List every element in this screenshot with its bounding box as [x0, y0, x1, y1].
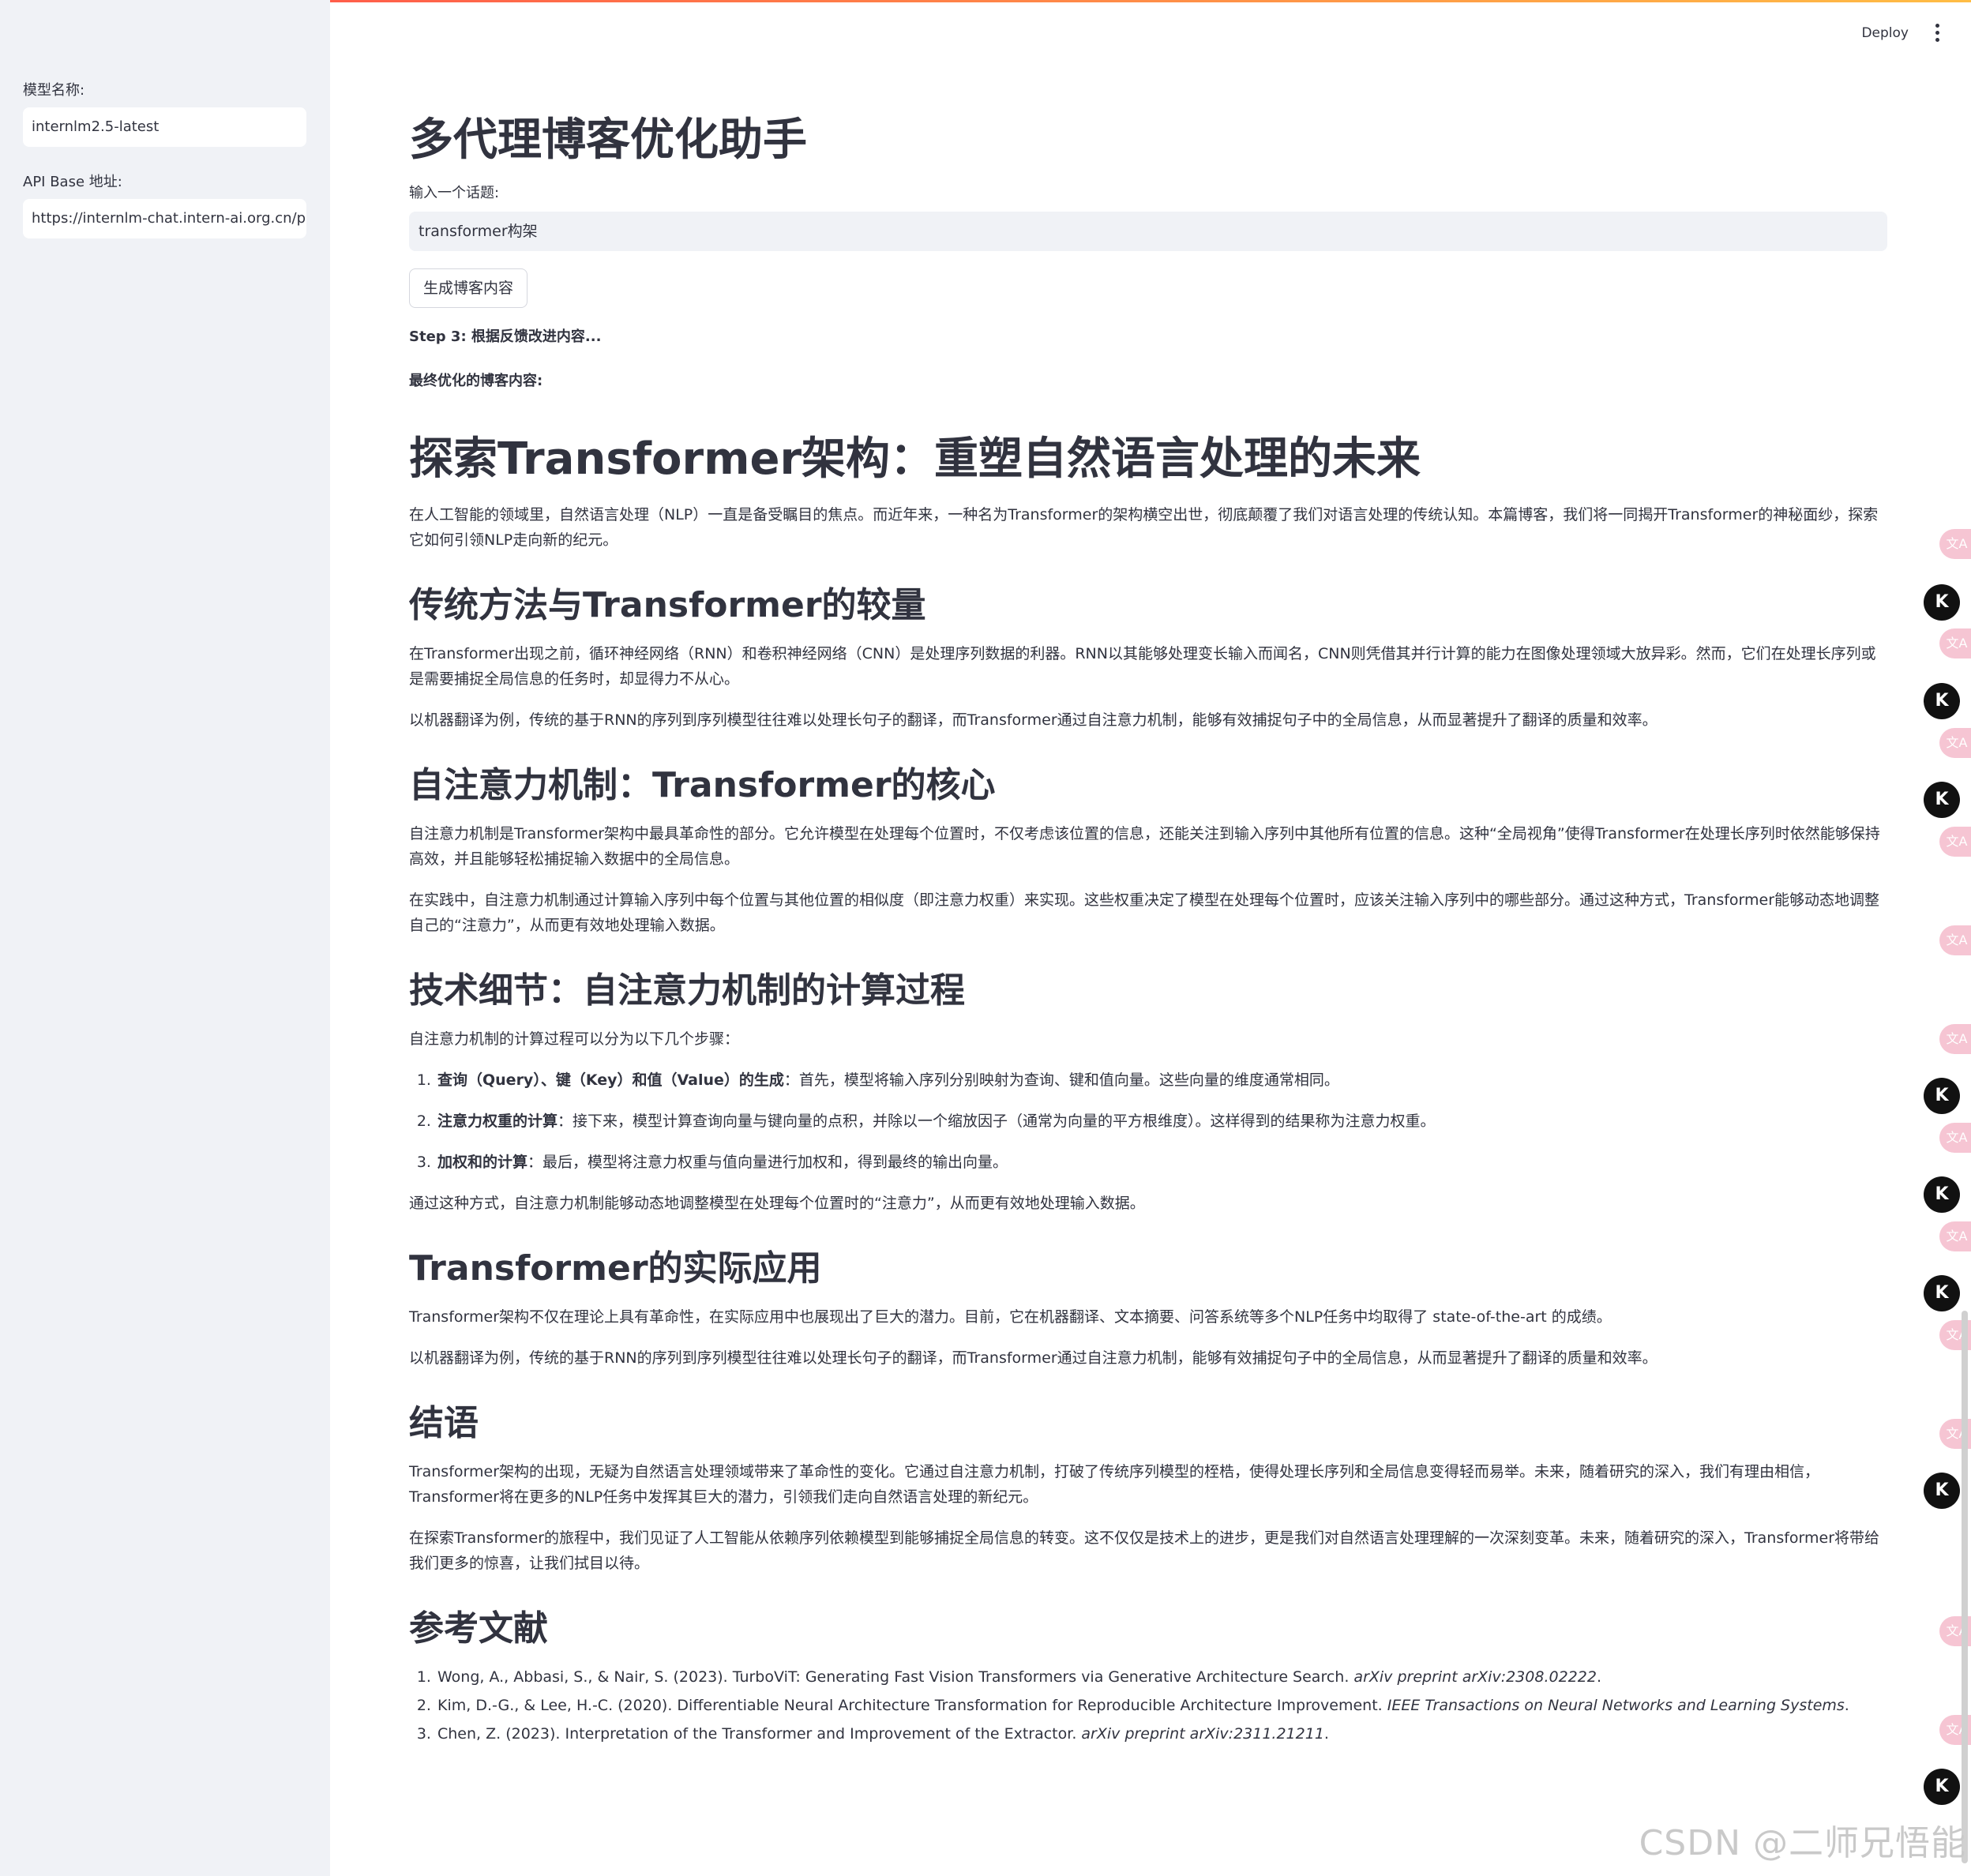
reference-item: Wong, A., Abbasi, S., & Nair, S. (2023).…	[436, 1664, 1887, 1690]
topic-input[interactable]: transformer构架	[409, 212, 1887, 251]
model-name-label: 模型名称:	[23, 82, 85, 99]
section-applications-p2: 以机器翻译为例，传统的基于RNN的序列到序列模型往往难以处理长句子的翻译，而Tr…	[409, 1349, 1658, 1367]
model-name-input[interactable]: internlm2.5-latest	[23, 107, 306, 147]
translate-icon[interactable]: 文A	[1939, 628, 1971, 658]
main-content: 多代理博客优化助手 输入一个话题: transformer构架 生成博客内容 S…	[409, 111, 1887, 1758]
translate-icon[interactable]: 文A	[1939, 1123, 1971, 1153]
reference-text: Wong, A., Abbasi, S., & Nair, S. (2023).…	[437, 1668, 1354, 1686]
kimi-icon[interactable]: K	[1924, 1275, 1960, 1311]
translate-icon[interactable]: 文A	[1939, 529, 1971, 559]
translate-icon[interactable]: 文A	[1939, 1024, 1971, 1054]
section-tech-details-intro: 自注意力机制的计算过程可以分为以下几个步骤：	[409, 1030, 740, 1048]
translate-icon[interactable]: 文A	[1939, 1221, 1971, 1251]
section-tech-details-title: 技术细节：自注意力机制的计算过程	[409, 970, 965, 1011]
translate-icon[interactable]: 文A	[1939, 728, 1971, 758]
list-item: 注意力权重的计算：接下来，模型计算查询向量与键向量的点积，并除以一个缩放因子（通…	[436, 1109, 1887, 1134]
generate-blog-button[interactable]: 生成博客内容	[409, 268, 528, 308]
section-traditional-p2: 以机器翻译为例，传统的基于RNN的序列到序列模型往往难以处理长句子的翻译，而Tr…	[409, 711, 1658, 729]
api-base-input[interactable]: https://internlm-chat.intern-ai.org.cn/p…	[23, 199, 306, 238]
status-text: Step 3: 根据反馈改进内容...	[409, 328, 602, 345]
translate-icon[interactable]: 文A	[1939, 827, 1971, 857]
section-traditional-title: 传统方法与Transformer的较量	[409, 585, 926, 625]
page-title: 多代理博客优化助手	[409, 114, 807, 166]
step-title: 加权和的计算	[437, 1154, 528, 1171]
deploy-button[interactable]: Deploy	[1861, 25, 1909, 41]
article-title: 探索Transformer架构：重塑自然语言处理的未来	[409, 433, 1421, 485]
article-intro: 在人工智能的领域里，自然语言处理（NLP）一直是备受瞩目的焦点。而近年来，一种名…	[409, 506, 1879, 549]
section-tech-details-outro: 通过这种方式，自注意力机制能够动态地调整模型在处理每个位置时的“注意力”，从而更…	[409, 1195, 1145, 1212]
reference-end: .	[1844, 1697, 1849, 1714]
step-text: ：接下来，模型计算查询向量与键向量的点积，并除以一个缩放因子（通常为向量的平方根…	[558, 1112, 1436, 1130]
section-applications-p1: Transformer架构不仅在理论上具有革命性，在实际应用中也展现出了巨大的潜…	[409, 1308, 1612, 1326]
kimi-icon[interactable]: K	[1924, 1473, 1960, 1509]
section-self-attention-p1: 自注意力机制是Transformer架构中最具革命性的部分。它允许模型在处理每个…	[409, 825, 1880, 868]
step-text: ：最后，模型将注意力权重与值向量进行加权和，得到最终的输出向量。	[527, 1154, 1008, 1171]
scrollbar[interactable]	[1962, 1311, 1968, 1863]
kimi-icon[interactable]: K	[1924, 1769, 1960, 1805]
final-content-label: 最终优化的博客内容:	[409, 373, 543, 389]
topic-label: 输入一个话题:	[409, 185, 500, 201]
steps-list: 查询（Query）、键（Key）和值（Value）的生成：首先，模型将输入序列分…	[436, 1067, 1887, 1175]
section-conclusion-title: 结语	[409, 1403, 479, 1443]
reference-text: Chen, Z. (2023). Interpretation of the T…	[437, 1725, 1082, 1743]
api-base-label: API Base 地址:	[23, 174, 122, 190]
sidebar: 模型名称: internlm2.5-latest API Base 地址: ht…	[0, 0, 330, 1876]
watermark: CSDN @二师兄悟能	[1639, 1823, 1966, 1863]
kimi-icon[interactable]: K	[1924, 683, 1960, 719]
section-self-attention-p2: 在实践中，自注意力机制通过计算输入序列中每个位置与其他位置的相似度（即注意力权重…	[409, 891, 1880, 934]
reference-source: IEEE Transactions on Neural Networks and…	[1387, 1697, 1845, 1714]
section-conclusion-p1: Transformer架构的出现，无疑为自然语言处理领域带来了革命性的变化。它通…	[409, 1463, 1820, 1506]
step-title: 注意力权重的计算	[437, 1112, 558, 1130]
kimi-icon[interactable]: K	[1924, 782, 1960, 818]
reference-source: arXiv preprint arXiv:2311.21211	[1081, 1725, 1324, 1743]
reference-text: Kim, D.-G., & Lee, H.-C. (2020). Differe…	[437, 1697, 1387, 1714]
list-item: 查询（Query）、键（Key）和值（Value）的生成：首先，模型将输入序列分…	[436, 1067, 1887, 1093]
kimi-icon[interactable]: K	[1924, 1176, 1960, 1213]
kimi-icon[interactable]: K	[1924, 584, 1960, 621]
references-list: Wong, A., Abbasi, S., & Nair, S. (2023).…	[436, 1664, 1887, 1747]
reference-source: arXiv preprint arXiv:2308.02222	[1353, 1668, 1597, 1686]
blog-article: 探索Transformer架构：重塑自然语言处理的未来 在人工智能的领域里，自然…	[409, 431, 1887, 1747]
step-title: 查询（Query）、键（Key）和值（Value）的生成	[437, 1071, 784, 1089]
reference-item: Chen, Z. (2023). Interpretation of the T…	[436, 1721, 1887, 1747]
reference-item: Kim, D.-G., & Lee, H.-C. (2020). Differe…	[436, 1693, 1887, 1718]
references-title: 参考文献	[409, 1608, 548, 1649]
section-self-attention-title: 自注意力机制：Transformer的核心	[409, 765, 996, 805]
section-traditional-p1: 在Transformer出现之前，循环神经网络（RNN）和卷积神经网络（CNN）…	[409, 645, 1876, 688]
step-text: ：首先，模型将输入序列分别映射为查询、键和值向量。这些向量的维度通常相同。	[783, 1071, 1339, 1089]
reference-end: .	[1323, 1725, 1329, 1743]
reference-end: .	[1596, 1668, 1601, 1686]
translate-icon[interactable]: 文A	[1939, 925, 1971, 955]
section-applications-title: Transformer的实际应用	[409, 1248, 822, 1289]
section-conclusion-p2: 在探索Transformer的旅程中，我们见证了人工智能从依赖序列依赖模型到能够…	[409, 1529, 1880, 1572]
list-item: 加权和的计算：最后，模型将注意力权重与值向量进行加权和，得到最终的输出向量。	[436, 1150, 1887, 1175]
kimi-icon[interactable]: K	[1924, 1078, 1960, 1114]
